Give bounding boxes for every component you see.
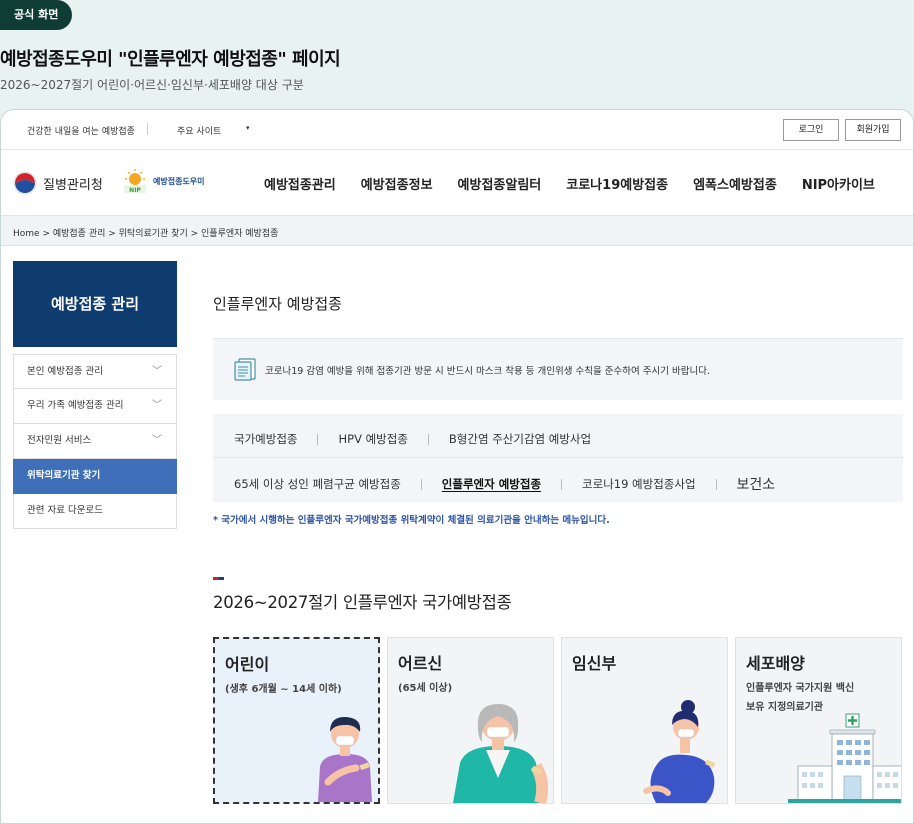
official-badge: 공식 화면 (0, 0, 73, 30)
card-cell-culture[interactable]: 세포배양 인플루엔자 국가지원 백신 보유 지정의료기관 (735, 637, 902, 804)
gnb-item-covid[interactable]: 코로나19예방접종 (566, 174, 668, 193)
svg-text:NIP: NIP (129, 187, 141, 194)
card-seniors[interactable]: 어르신 (65세 이상) (387, 637, 554, 804)
chevron-down-icon: ﹀ (152, 400, 162, 411)
card-children[interactable]: 어린이 (생후 6개월 ~ 14세 이하) (213, 637, 380, 804)
chevron-down-icon: ﹀ (152, 366, 162, 377)
nip-sun-icon: NIP (124, 169, 146, 194)
card-pregnant[interactable]: 임신부 (561, 637, 728, 804)
chevron-down-icon: ﹀ (152, 435, 162, 446)
card-title: 세포배양 (746, 654, 805, 673)
gnb-item-info[interactable]: 예방접종정보 (361, 174, 433, 193)
notice-box: 코로나19 감염 예방을 위해 접종기관 방문 시 반드시 마스크 착용 등 개… (213, 338, 903, 400)
chevron-down-icon[interactable]: ▾ (246, 124, 250, 132)
gnb-item-archive[interactable]: NIP아카이브 (802, 174, 875, 193)
sidebar-item-label: 위탁의료기관 찾기 (27, 470, 101, 481)
notice-text: 코로나19 감염 예방을 위해 접종기관 방문 시 반드시 마스크 착용 등 개… (265, 366, 710, 377)
slogan-text: 건강한 내일을 여는 예방접종 (27, 127, 135, 137)
sidebar-item-my-records[interactable]: 본인 예방접종 관리 ﹀ (13, 354, 177, 389)
tab-health-center[interactable]: 보건소 (737, 474, 776, 494)
divider (561, 478, 563, 490)
card-title: 어린이 (225, 655, 270, 674)
browser-frame: 건강한 내일을 여는 예방접종 주요 사이트 ▾ 로그인 회원가입 질병관리청 … (0, 109, 914, 824)
global-nav: 질병관리청 NIP 예방접종도우미 예방접종관리 예방접종정보 예방접종알림터 … (1, 150, 913, 216)
section-title: 2026~2027절기 인플루엔자 국가예방접종 (213, 593, 512, 612)
signup-button[interactable]: 회원가입 (845, 119, 901, 141)
senior-illustration (453, 704, 548, 803)
divider (427, 433, 429, 445)
login-button[interactable]: 로그인 (783, 119, 839, 141)
section-marker (213, 577, 224, 580)
tab-pneumococcal[interactable]: 65세 이상 성인 폐렴구균 예방접종 (234, 476, 401, 492)
tab-row: 국가예방접종 HPV 예방접종 B형간염 주산기감염 예방사업 (234, 431, 591, 447)
tab-hpv[interactable]: HPV 예방접종 (338, 431, 407, 447)
tab-row: 65세 이상 성인 폐렴구균 예방접종 인플루엔자 예방접종 코로나19 예방접… (234, 474, 775, 494)
card-title: 임신부 (572, 654, 617, 673)
tab-hepatitis-b[interactable]: B형간염 주산기감염 예방사업 (449, 431, 591, 447)
divider (715, 478, 717, 490)
divider (317, 433, 319, 445)
sidebar-item-label: 우리 가족 예방접종 관리 (27, 400, 124, 411)
page-subheading: 2026~2027절기 어린이·어르신·임신부·세포배양 대상 구분 (0, 78, 304, 92)
tab-national[interactable]: 국가예방접종 (234, 431, 297, 447)
sidebar-title: 예방접종 관리 (13, 261, 177, 347)
gnb-menu: 예방접종관리 예방접종정보 예방접종알림터 코로나19예방접종 엠폭스예방접종 … (264, 174, 900, 193)
card-subtitle: (생후 6개월 ~ 14세 이하) (225, 684, 342, 695)
gnb-item-management[interactable]: 예방접종관리 (264, 174, 336, 193)
breadcrumb: Home > 예방접종 관리 > 위탁의료기관 찾기 > 인플루엔자 예방접종 (1, 216, 913, 246)
card-subtitle-line: 인플루엔자 국가지원 백신 (746, 683, 855, 694)
gnb-item-mpox[interactable]: 엠폭스예방접종 (693, 174, 777, 193)
sidebar-menu: 본인 예방접종 관리 ﹀ 우리 가족 예방접종 관리 ﹀ 전자민원 서비스 ﹀ … (13, 354, 177, 529)
card-subtitle: (65세 이상) (398, 683, 453, 694)
card-title: 어르신 (398, 654, 443, 673)
sidebar-item-e-civil[interactable]: 전자민원 서비스 ﹀ (13, 424, 177, 459)
tab-covid[interactable]: 코로나19 예방접종사업 (582, 476, 696, 492)
page-heading: 예방접종도우미 "인플루엔자 예방접종" 페이지 (0, 49, 341, 70)
gnb-item-alerts[interactable]: 예방접종알림터 (458, 174, 542, 193)
content-title: 인플루엔자 예방접종 (213, 295, 342, 313)
utility-bar: 건강한 내일을 여는 예방접종 주요 사이트 ▾ 로그인 회원가입 (1, 110, 913, 150)
child-illustration (318, 716, 372, 802)
kdca-logo-text: 질병관리청 (43, 177, 103, 193)
divider (147, 123, 148, 135)
target-cards: 어린이 (생후 6개월 ~ 14세 이하) 어르신 (65세 이상) 임신부 세… (213, 637, 903, 804)
sidebar-item-label: 관련 자료 다운로드 (27, 505, 103, 516)
menu-note: * 국가에서 시행하는 인플루엔자 국가예방접종 위탁계약이 체결된 의료기관을… (213, 515, 610, 526)
sidebar-item-find-clinic[interactable]: 위탁의료기관 찾기 (13, 459, 177, 494)
divider (213, 457, 903, 458)
nip-logo-text: 예방접종도우미 (153, 176, 205, 186)
category-tabs: 국가예방접종 HPV 예방접종 B형간염 주산기감염 예방사업 65세 이상 성… (213, 414, 903, 502)
divider (420, 478, 422, 490)
kdca-logo[interactable]: 질병관리청 (13, 171, 103, 195)
kdca-emblem-icon (13, 171, 37, 195)
pregnant-illustration (643, 700, 716, 803)
tab-influenza[interactable]: 인플루엔자 예방접종 (442, 476, 541, 492)
document-icon (234, 358, 256, 381)
major-sites-dropdown[interactable]: 주요 사이트 (177, 124, 221, 137)
sidebar-item-family-records[interactable]: 우리 가족 예방접종 관리 ﹀ (13, 389, 177, 424)
nip-logo[interactable]: NIP 예방접종도우미 (121, 168, 205, 194)
sidebar-item-label: 본인 예방접종 관리 (27, 366, 103, 377)
sidebar-item-label: 전자민원 서비스 (27, 435, 92, 446)
sidebar-item-downloads[interactable]: 관련 자료 다운로드 (13, 494, 177, 529)
hospital-building-icon (788, 713, 901, 803)
